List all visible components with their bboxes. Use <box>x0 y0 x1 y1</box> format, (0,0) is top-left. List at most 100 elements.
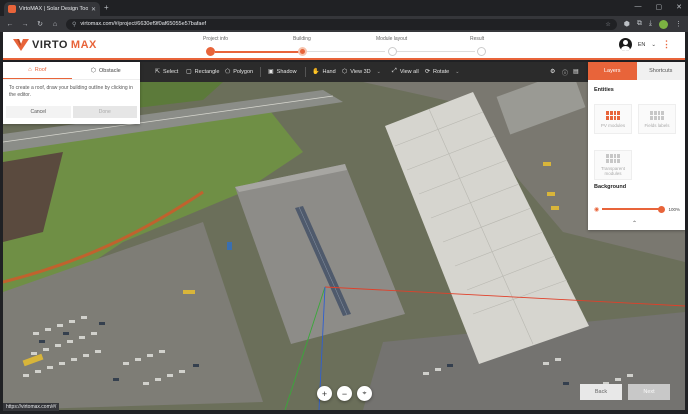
virtomax-logo[interactable]: VIRTO MAX <box>13 39 97 51</box>
rectangle-tool[interactable]: ▢ Rectangle <box>186 68 220 76</box>
cursor-icon: ⇱ <box>155 69 161 75</box>
map-canvas[interactable] <box>3 82 685 410</box>
browser-toolbar: ← → ↻ ⌂ ⚲ virtomax.com/#/project/6630ef9… <box>0 16 688 32</box>
info-icon[interactable]: ⓘ <box>562 68 568 77</box>
logo-text-virto: VIRTO <box>32 39 68 51</box>
rectangle-tool-label: Rectangle <box>194 68 220 75</box>
logo-text-max: MAX <box>70 39 97 51</box>
rectangle-icon: ▢ <box>186 69 192 75</box>
browser-menu-icon[interactable]: ⋮ <box>675 20 682 28</box>
language-caret-icon[interactable]: ⌄ <box>651 42 656 48</box>
view-all-label: View all <box>399 68 419 75</box>
reload-icon[interactable]: ↻ <box>36 20 44 28</box>
tab-roof-label: Roof <box>34 67 47 73</box>
select-tool-label: Select <box>163 68 179 75</box>
tab-obstacle-label: Obstacle <box>99 67 121 74</box>
step-connector <box>393 51 475 52</box>
rotate-tool[interactable]: ⟳ Rotate ⌄ <box>425 68 459 76</box>
favicon-icon <box>8 5 16 13</box>
tab-close-icon[interactable]: ✕ <box>91 6 96 13</box>
tab-roof[interactable]: ⌂ Roof <box>3 62 72 79</box>
next-button[interactable]: Next <box>628 384 670 400</box>
entity-pv-modules[interactable]: PV modules <box>594 104 632 134</box>
tab-layers[interactable]: Layers <box>588 62 637 80</box>
fields-labels-icon <box>650 110 664 120</box>
entity-fields-labels[interactable]: Fields labels <box>638 104 676 134</box>
slider-handle[interactable] <box>658 205 666 213</box>
close-window-button[interactable]: ✕ <box>676 3 682 11</box>
app-menu-icon[interactable]: ⋮ <box>662 39 671 50</box>
pv-modules-icon <box>606 110 620 120</box>
rotate-icon: ⟳ <box>425 69 431 75</box>
user-menu: EN ⌄ ⋮ <box>618 38 671 51</box>
cube-icon: ⬡ <box>342 69 348 75</box>
language-selector[interactable]: EN <box>638 42 646 48</box>
step-dot-result[interactable] <box>477 47 486 56</box>
view-all-tool[interactable]: ⤢ View all <box>392 68 419 75</box>
shadow-tool[interactable]: ▣ Shadow <box>268 68 297 76</box>
entity-transparent-modules-label: Transparent modules <box>600 166 626 176</box>
view-3d-label: View 3D <box>350 68 371 75</box>
chevron-down-icon[interactable]: ⌄ <box>455 69 459 75</box>
hand-tool[interactable]: ✋ Hand <box>312 68 336 76</box>
download-icon[interactable]: ⤓ <box>649 20 652 28</box>
browser-tab[interactable]: VirtoMAX | Solar Design Tool ✕ <box>4 2 100 16</box>
tab-shortcuts[interactable]: Shortcuts <box>636 62 685 80</box>
hand-icon: ✋ <box>312 69 320 75</box>
shadow-tool-label: Shadow <box>276 68 297 75</box>
background-opacity-slider[interactable]: ◉ 100% <box>594 205 680 213</box>
new-tab-button[interactable]: + <box>104 3 109 12</box>
bookmark-star-icon[interactable]: ☆ <box>605 21 610 28</box>
cancel-button[interactable]: Cancel <box>6 106 71 118</box>
site-info-icon[interactable]: ⚲ <box>72 21 76 28</box>
expand-icon: ⤢ <box>392 68 397 74</box>
eye-icon[interactable]: ◉ <box>594 206 599 213</box>
settings-icon[interactable]: ⚙ <box>550 68 555 75</box>
background-opacity-value: 100% <box>668 206 680 212</box>
locate-button[interactable]: ⌖ <box>357 386 372 401</box>
view-3d-tool[interactable]: ⬡ View 3D ⌄ <box>342 68 381 76</box>
window-controls: — ▢ ✕ <box>635 3 683 11</box>
toolbar-divider <box>260 67 261 77</box>
home-icon[interactable]: ⌂ <box>51 21 59 28</box>
address-bar[interactable]: ⚲ virtomax.com/#/project/6630ef9f0af6505… <box>66 18 617 30</box>
step-dot-project-info[interactable] <box>206 47 215 56</box>
back-button[interactable]: Back <box>580 384 622 400</box>
slider-track[interactable] <box>602 205 666 213</box>
entity-transparent-modules[interactable]: Transparent modules <box>594 150 632 180</box>
minimize-button[interactable]: — <box>635 3 642 11</box>
browser-tab-bar: VirtoMAX | Solar Design Tool ✕ + — ▢ ✕ <box>0 0 688 16</box>
polygon-tool[interactable]: ⬠ Polygon <box>225 68 254 76</box>
address-url: virtomax.com/#/project/6630ef9f0af65055e… <box>80 21 207 27</box>
puzzle-icon[interactable]: ⧉ <box>637 20 642 28</box>
step-dot-building[interactable] <box>298 47 307 56</box>
entity-fields-labels-label: Fields labels <box>644 122 670 128</box>
shadow-icon: ▣ <box>268 69 274 75</box>
zoom-in-button[interactable]: + <box>317 386 332 401</box>
step-label-module-layout: Module layout <box>376 36 408 42</box>
profile-avatar-icon[interactable] <box>659 19 668 29</box>
forward-arrow-icon[interactable]: → <box>21 21 29 28</box>
entity-pv-modules-label: PV modules <box>600 122 626 128</box>
user-avatar-icon[interactable] <box>618 38 632 51</box>
back-arrow-icon[interactable]: ← <box>6 21 14 28</box>
extension-icon[interactable]: ⬢ <box>624 20 630 28</box>
maximize-button[interactable]: ▢ <box>656 3 663 11</box>
draw-panel: ⌂ Roof ⬡ Obstacle To create a roof, draw y… <box>3 62 140 124</box>
zoom-out-button[interactable]: − <box>337 386 352 401</box>
export-icon[interactable]: ▤ <box>573 68 579 75</box>
chevron-down-icon[interactable]: ⌄ <box>377 69 381 75</box>
info-circle-icon: ⓘ <box>562 71 569 77</box>
background-heading: Background <box>594 184 627 190</box>
chevron-up-icon[interactable]: ⌃ <box>632 220 637 227</box>
select-tool[interactable]: ⇱ Select <box>155 68 179 76</box>
draw-panel-actions: Cancel Done <box>6 106 137 118</box>
logo-mark-icon <box>13 39 29 51</box>
rotate-tool-label: Rotate <box>433 68 450 75</box>
step-dot-module-layout[interactable] <box>388 47 397 56</box>
done-button[interactable]: Done <box>72 106 137 118</box>
tab-obstacle[interactable]: ⬡ Obstacle <box>72 62 141 79</box>
polygon-tool-label: Polygon <box>233 68 254 75</box>
status-bar-url: https://virtomax.com/#/ <box>3 403 60 411</box>
toolbar-divider <box>305 67 306 77</box>
